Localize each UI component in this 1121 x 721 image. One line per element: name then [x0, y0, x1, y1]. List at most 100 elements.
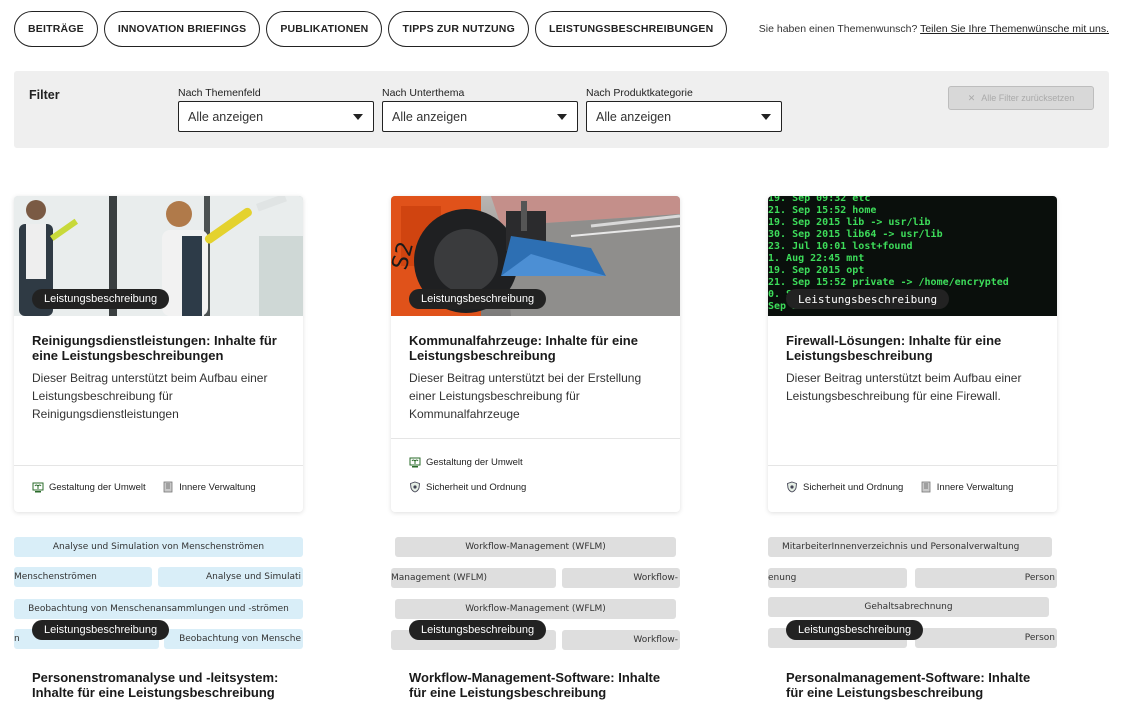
tag-innere-verwaltung: Innere Verwaltung	[920, 481, 1014, 493]
card-description: Dieser Beitrag unterstützt beim Aufbau e…	[32, 371, 268, 421]
keyword-chip: Workflow-Management (WFLM)	[395, 537, 676, 557]
card-title: Personalmanagement-Software: Inhalte für…	[786, 670, 1031, 700]
topic-wish: Sie haben einen Themenwunsch? Teilen Sie…	[759, 23, 1109, 35]
keyword-chip: MitarbeiterInnenverzeichnis und Personal…	[768, 537, 1052, 557]
chevron-down-icon	[557, 113, 567, 120]
select-value: Alle anzeigen	[596, 109, 672, 124]
select-value: Alle anzeigen	[188, 109, 264, 124]
shield-icon	[787, 481, 797, 493]
terminal-line: 23. Jul 10:01 lost+found	[768, 241, 913, 252]
filter-label: Nach Unterthema	[382, 87, 465, 99]
filter-bar: Filter Nach Themenfeld Alle anzeigen Nac…	[14, 71, 1109, 148]
card-image-cleaning: Leistungsbeschreibung	[14, 196, 303, 316]
card-image-keywords: Workflow-Management (WFLM) Management (W…	[391, 533, 680, 653]
card-firewall[interactable]: 19. Sep 09:32 etc 21. Sep 15:52 home 19.…	[768, 196, 1057, 512]
keyword-chip: Menschenströmen	[14, 567, 152, 587]
card-title: Workflow-Management-Software: Inhalte fü…	[409, 670, 661, 700]
card-tags: Gestaltung der Umwelt Sicherheit und Ord…	[391, 438, 680, 512]
card-image-keywords: Analyse und Simulation von Menschenström…	[14, 533, 303, 653]
card-title: Kommunalfahrzeuge: Inhalte für eine Leis…	[409, 333, 638, 363]
card-description: Dieser Beitrag unterstützt beim Aufbau e…	[786, 371, 1022, 403]
filter-themenfeld: Nach Themenfeld Alle anzeigen	[178, 87, 374, 132]
tag-label: Sicherheit und Ordnung	[426, 481, 527, 493]
card-personalmanagement[interactable]: MitarbeiterInnenverzeichnis und Personal…	[768, 533, 1057, 721]
filter-label: Nach Produktkategorie	[586, 87, 693, 99]
tag-innere-verwaltung: Innere Verwaltung	[162, 481, 256, 493]
filter-title: Filter	[29, 88, 60, 102]
card-tags: Gestaltung der Umwelt Innere Verwaltung	[14, 465, 303, 512]
unterthema-select[interactable]: Alle anzeigen	[382, 101, 578, 132]
chevron-down-icon	[353, 113, 363, 120]
card-image-terminal: 19. Sep 09:32 etc 21. Sep 15:52 home 19.…	[768, 196, 1057, 316]
card-title: Reinigungsdienstleistungen: Inhalte für …	[32, 333, 277, 363]
filter-produktkategorie: Nach Produktkategorie Alle anzeigen	[586, 87, 782, 132]
category-badge: Leistungsbeschreibung	[786, 620, 924, 640]
category-badge: Leistungsbeschreibung	[32, 289, 170, 309]
category-tabs: BEITRÄGE INNOVATION BRIEFINGS PUBLIKATIO…	[14, 11, 728, 47]
category-badge: Leistungsbeschreibung	[409, 289, 547, 309]
keyword-chip: Management (WFLM)	[391, 568, 556, 588]
terminal-line: 21. Sep 15:52 private -> /home/encrypted	[768, 277, 1009, 288]
keyword-chip: Beobachtung von Mensche	[164, 629, 303, 649]
tag-label: Gestaltung der Umwelt	[49, 481, 146, 493]
topic-wish-text: Sie haben einen Themenwunsch?	[758, 23, 921, 35]
keyword-chip: Person	[915, 628, 1057, 648]
keyword-chip: Workflow-Management (WFLM)	[395, 599, 676, 619]
keyword-chip: Person	[915, 568, 1057, 588]
terminal-line: 21. Sep 15:52 home	[768, 205, 877, 216]
card-title: Personenstromanalyse und -leitsystem: In…	[32, 670, 279, 700]
chevron-down-icon	[761, 113, 771, 120]
tab-leistungsbeschreibungen[interactable]: LEISTUNGSBESCHREIBUNGEN	[534, 11, 728, 47]
tag-sicherheit-ordnung: Sicherheit und Ordnung	[409, 481, 526, 493]
keyword-chip: Gehaltsabrechnung	[768, 597, 1049, 617]
terminal-line: 1. Aug 22:45 mnt	[768, 253, 865, 264]
tab-beitraege[interactable]: BEITRÄGE	[14, 11, 98, 47]
keyword-chip: Analyse und Simulati	[158, 567, 303, 587]
plant-icon	[32, 482, 44, 493]
shield-icon	[410, 481, 420, 493]
themenfeld-select[interactable]: Alle anzeigen	[178, 101, 374, 132]
tag-label: Innere Verwaltung	[179, 481, 256, 493]
card-kommunalfahrzeuge[interactable]: S2 Leistungsbeschreibung Kommunalfahrzeu…	[391, 196, 680, 512]
terminal-line: 19. Sep 09:32 etc	[768, 196, 871, 204]
terminal-line: 19. Sep 2015 opt	[768, 265, 865, 276]
plant-icon	[409, 457, 421, 468]
tag-gestaltung-umwelt: Gestaltung der Umwelt	[409, 456, 523, 468]
tag-label: Innere Verwaltung	[936, 481, 1014, 493]
tag-gestaltung-umwelt: Gestaltung der Umwelt	[32, 481, 146, 493]
card-description: Dieser Beitrag unterstützt bei der Erste…	[409, 371, 642, 421]
card-reinigung[interactable]: Leistungsbeschreibung Reinigungsdienstle…	[14, 196, 303, 512]
card-tags: Sicherheit und Ordnung Innere Verwaltung	[768, 465, 1057, 512]
card-image-keywords: MitarbeiterInnenverzeichnis und Personal…	[768, 533, 1057, 653]
tag-label: Sicherheit und Ordnung	[803, 481, 904, 493]
filter-unterthema: Nach Unterthema Alle anzeigen	[382, 87, 578, 132]
reset-filters-label: Alle Filter zurücksetzen	[981, 93, 1075, 103]
keyword-chip: Analyse und Simulation von Menschenström…	[14, 537, 303, 557]
category-badge: Leistungsbeschreibung	[409, 620, 547, 640]
category-badge: Leistungsbeschreibung	[32, 620, 170, 640]
tab-tipps-zur-nutzung[interactable]: TIPPS ZUR NUTZUNG	[388, 11, 529, 47]
card-image-street-sweeper: S2 Leistungsbeschreibung	[391, 196, 680, 316]
keyword-chip: enung	[768, 568, 907, 588]
building-icon	[921, 481, 931, 493]
tag-label: Gestaltung der Umwelt	[426, 456, 523, 468]
keyword-chip: Workflow-	[562, 568, 680, 588]
tab-innovation-briefings[interactable]: INNOVATION BRIEFINGS	[103, 11, 261, 47]
tag-sicherheit-ordnung: Sicherheit und Ordnung	[786, 481, 903, 493]
terminal-line: 19. Sep 2015 lib -> usr/lib	[768, 217, 931, 228]
keyword-chip: Beobachtung von Menschenansammlungen und…	[14, 599, 303, 619]
card-title: Firewall-Lösungen: Inhalte für eine Leis…	[786, 333, 1002, 363]
select-value: Alle anzeigen	[392, 109, 468, 124]
filter-label: Nach Themenfeld	[178, 87, 261, 99]
category-badge: Leistungsbeschreibung	[786, 289, 950, 309]
close-icon: ✕	[967, 92, 976, 103]
reset-filters-button[interactable]: ✕ Alle Filter zurücksetzen	[948, 86, 1094, 110]
tab-publikationen[interactable]: PUBLIKATIONEN	[266, 11, 383, 47]
card-workflow[interactable]: Workflow-Management (WFLM) Management (W…	[391, 533, 680, 721]
topic-wish-link[interactable]: Teilen Sie Ihre Themenwünsche mit uns.	[920, 23, 1109, 35]
terminal-line: 30. Sep 2015 lib64 -> usr/lib	[768, 229, 943, 240]
keyword-chip: Workflow-	[562, 630, 680, 650]
produktkategorie-select[interactable]: Alle anzeigen	[586, 101, 782, 132]
card-personenstrom[interactable]: Analyse und Simulation von Menschenström…	[14, 533, 303, 721]
building-icon	[163, 481, 173, 493]
